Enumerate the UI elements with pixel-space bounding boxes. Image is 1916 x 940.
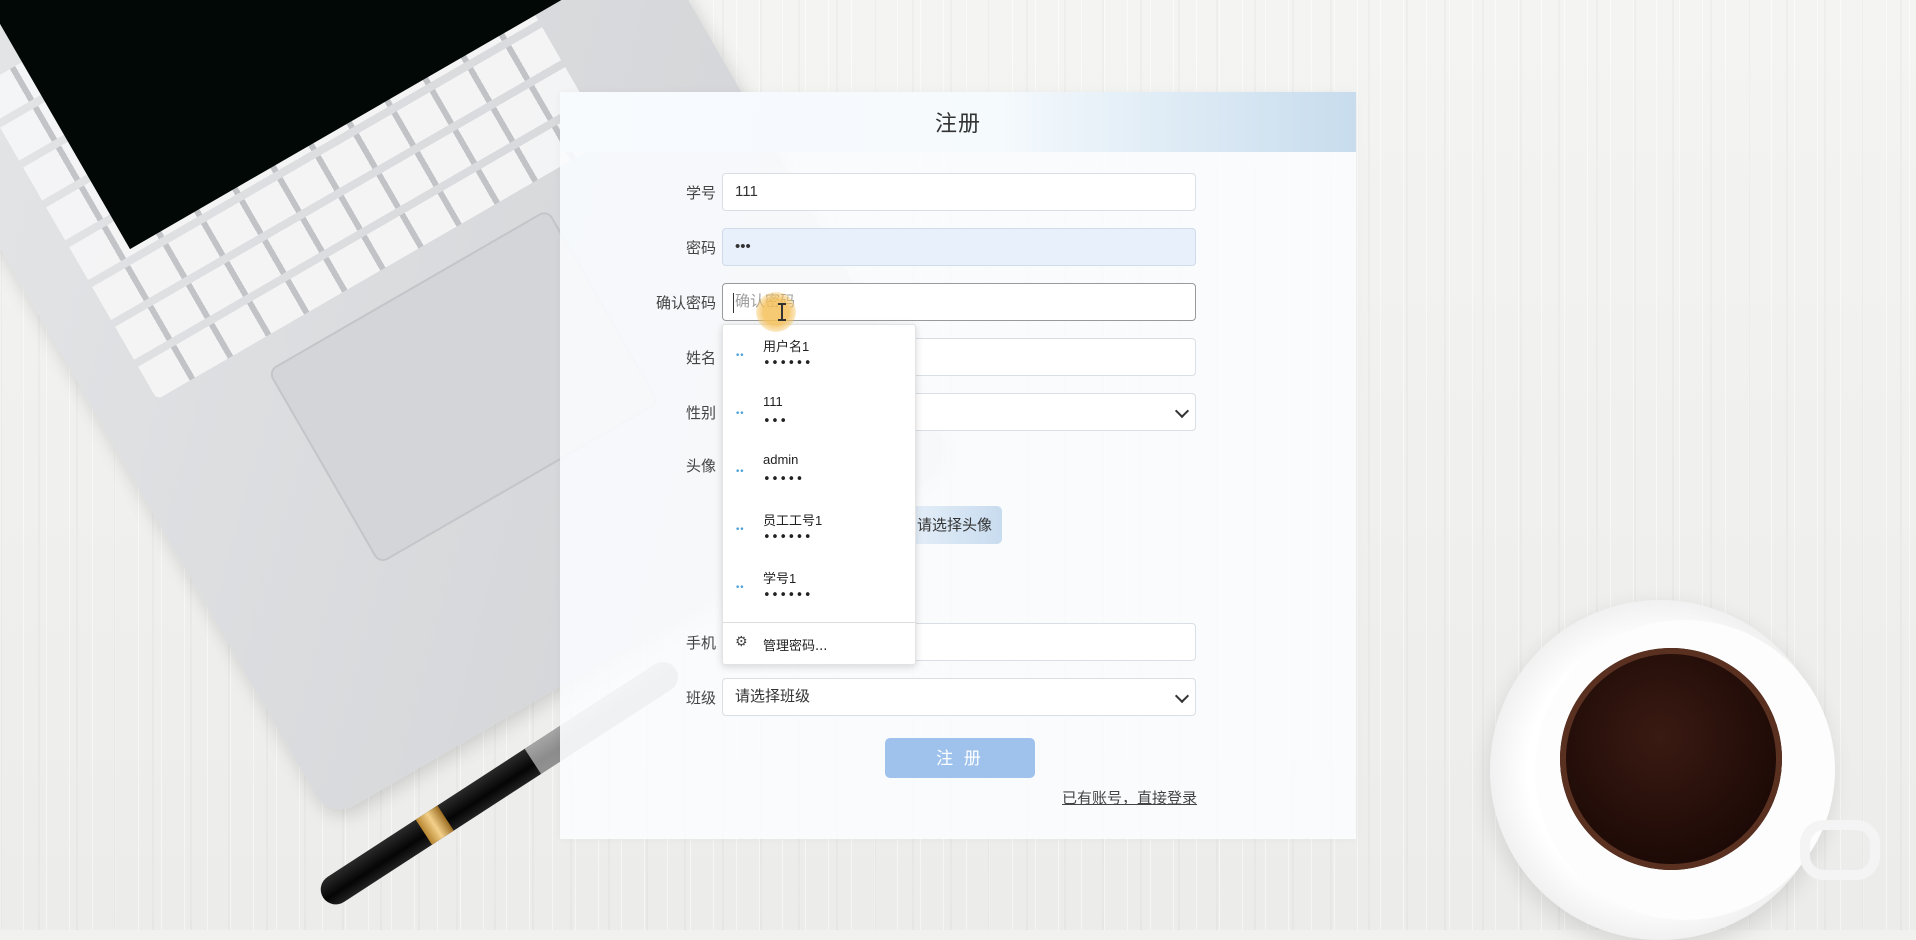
key-icon: •• [735, 351, 745, 361]
key-icon: •• [735, 409, 745, 419]
key-icon: •• [735, 467, 745, 477]
autocomplete-username: 111 [763, 394, 783, 409]
key-icon: •• [735, 583, 745, 593]
autocomplete-item[interactable]: •• 用户名1 •••••• [723, 325, 915, 383]
autocomplete-item[interactable]: •• 学号1 •••••• [723, 557, 915, 615]
student-id-row: 学号 111 [560, 173, 1356, 213]
avatar-label: 头像 [685, 457, 716, 475]
class-value: 请选择班级 [735, 688, 811, 705]
autocomplete-item[interactable]: •• 员工工号1 •••••• [723, 499, 915, 557]
autocomplete-password: •••••• [763, 530, 813, 545]
gender-row: 性别 [560, 393, 1356, 433]
cup-handle-image [1800, 820, 1880, 880]
autocomplete-username: admin [763, 452, 799, 467]
name-label: 姓名 [685, 349, 716, 367]
autocomplete-item[interactable]: •• admin ••••• [723, 441, 915, 499]
phone-row: 手机 [560, 623, 1356, 663]
autocomplete-password: ••••• [763, 472, 804, 487]
gear-icon: ⚙ [735, 634, 748, 650]
panel-header: 注册 [560, 92, 1356, 152]
confirm-password-row: 确认密码 确认密码 [560, 283, 1356, 323]
autocomplete-password: •••••• [763, 356, 813, 371]
manage-passwords-item[interactable]: ⚙ 管理密码... [723, 623, 915, 663]
password-label: 密码 [685, 239, 716, 257]
class-select[interactable]: 请选择班级 [722, 678, 1196, 716]
register-panel: 注册 学号 111 密码 ••• 确认密码 确认密码 姓名 性别 头像 手机 班… [560, 92, 1356, 839]
confirm-password-label: 确认密码 [655, 294, 716, 312]
cursor-highlight [756, 292, 796, 332]
chevron-down-icon [1174, 403, 1190, 419]
class-label: 班级 [685, 689, 716, 707]
student-id-label: 学号 [685, 184, 716, 202]
autocomplete-username: 员工工号1 [763, 513, 823, 528]
page-title: 注册 [934, 112, 981, 137]
student-id-input[interactable]: 111 [722, 173, 1196, 211]
password-input[interactable]: ••• [722, 228, 1196, 266]
coffee-image [1560, 648, 1782, 870]
class-row: 班级 请选择班级 [560, 678, 1356, 718]
name-row: 姓名 [560, 338, 1356, 378]
phone-label: 手机 [685, 634, 716, 652]
password-row: 密码 ••• [560, 228, 1356, 268]
autocomplete-username: 用户名1 [763, 339, 810, 354]
autocomplete-item[interactable]: •• 111 ••• [723, 383, 915, 441]
gender-label: 性别 [685, 404, 716, 422]
register-button[interactable]: 注 册 [885, 738, 1035, 778]
key-icon: •• [735, 525, 745, 535]
avatar-row: 头像 [560, 446, 1356, 486]
text-cursor-icon [778, 303, 786, 321]
autocomplete-username: 学号1 [763, 571, 797, 586]
autocomplete-password: •••••• [763, 588, 813, 603]
autocomplete-password: ••• [763, 414, 788, 429]
chevron-down-icon [1174, 688, 1190, 704]
login-link[interactable]: 已有账号，直接登录 [1062, 787, 1197, 808]
manage-passwords-label: 管理密码... [763, 639, 828, 654]
text-caret [733, 293, 734, 313]
password-autocomplete-dropdown: •• 用户名1 •••••• •• 111 ••• •• admin •••••… [722, 324, 916, 665]
